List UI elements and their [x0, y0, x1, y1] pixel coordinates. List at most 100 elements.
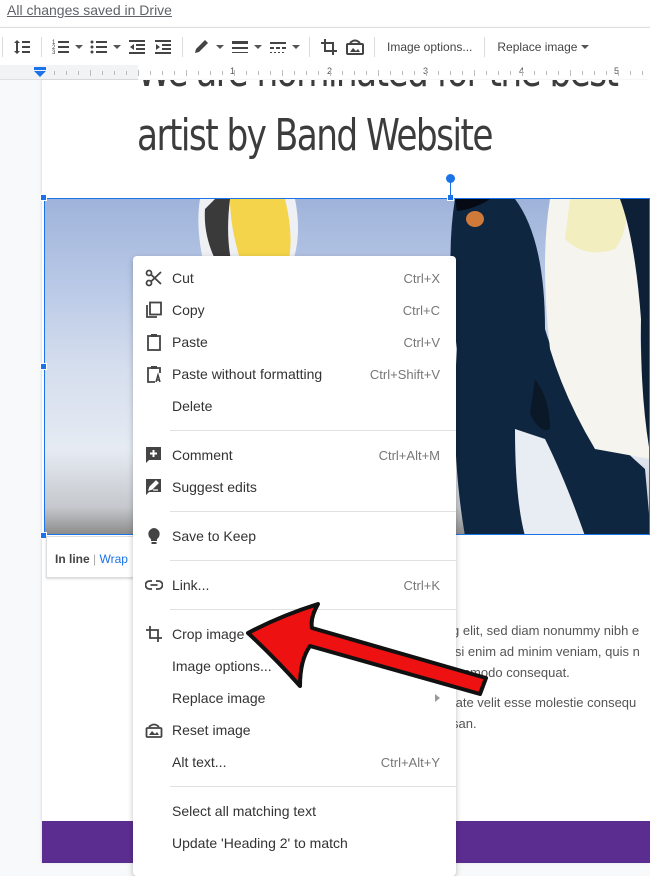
- body-text-line[interactable]: tate velit esse molestie consequ: [452, 695, 636, 710]
- body-text-line[interactable]: isi enim ad minim veniam, quis n: [452, 644, 640, 659]
- menu-item-label: Cut: [172, 270, 194, 286]
- ruler-tick: [594, 71, 595, 75]
- ruler-tick: [282, 70, 283, 76]
- ruler-tick: [438, 71, 439, 75]
- resize-handle-middle-left[interactable]: [40, 363, 47, 370]
- saved-status-link[interactable]: All changes saved in Drive: [7, 2, 172, 18]
- body-text-line[interactable]: g elit, sed diam nonummy nibh e: [452, 623, 639, 638]
- replace-image-button[interactable]: Replace image: [491, 40, 595, 54]
- ruler[interactable]: 1 2 3 4 5: [0, 65, 650, 80]
- menu-item-shortcut: Ctrl+Shift+V: [369, 366, 440, 382]
- chevron-down-icon: [292, 44, 300, 49]
- crop-icon: [321, 38, 337, 55]
- numbered-list-button[interactable]: 123: [48, 33, 86, 61]
- menu-item-save-to-keep[interactable]: Save to Keep: [133, 520, 456, 552]
- ruler-tick: [378, 70, 379, 76]
- menu-item-delete[interactable]: Delete: [133, 390, 456, 422]
- menu-item-update-heading-2[interactable]: Update 'Heading 2' to match: [133, 827, 456, 859]
- toolbar-divider: [484, 36, 486, 57]
- border-dash-icon: [270, 41, 286, 53]
- menu-item-comment[interactable]: Comment Ctrl+Alt+M: [133, 439, 456, 471]
- ruler-tick: [498, 71, 499, 75]
- increase-indent-button[interactable]: [150, 33, 176, 61]
- rotate-handle[interactable]: [446, 174, 455, 183]
- resize-handle-top-left[interactable]: [40, 194, 47, 201]
- line-spacing-button[interactable]: [9, 33, 35, 61]
- image-options-button[interactable]: Image options...: [381, 40, 478, 54]
- penguin-center-beak: [466, 211, 484, 227]
- chevron-down-icon: [216, 44, 224, 49]
- wrap-text-option[interactable]: Wrap: [99, 552, 127, 566]
- replace-image-label: Replace image: [497, 39, 578, 54]
- heading-line-1[interactable]: We are nominated for the best: [137, 80, 619, 97]
- menu-item-paste-without-formatting[interactable]: Paste without formatting Ctrl+Shift+V: [133, 358, 456, 390]
- svg-text:3: 3: [52, 50, 56, 56]
- menu-item-label: Update 'Heading 2' to match: [172, 835, 348, 851]
- ruler-tick: [402, 71, 403, 75]
- ruler-tick: [54, 71, 55, 75]
- menu-item-reset-image[interactable]: Reset image: [133, 714, 456, 746]
- menu-item-suggest-edits[interactable]: Suggest edits: [133, 471, 456, 503]
- crop-image-button[interactable]: [316, 33, 342, 61]
- menu-item-crop-image[interactable]: Crop image: [133, 618, 456, 650]
- menu-item-label: Comment: [172, 447, 233, 463]
- ruler-tick: [294, 71, 295, 75]
- status-bar: All changes saved in Drive: [0, 0, 650, 26]
- decrease-indent-icon: [129, 39, 145, 54]
- menu-item-alt-text[interactable]: Alt text... Ctrl+Alt+Y: [133, 746, 456, 778]
- ruler-tick: [390, 71, 391, 75]
- body-text-line[interactable]: ommodo consequat.: [452, 665, 570, 680]
- border-color-button[interactable]: [189, 33, 227, 61]
- ruler-tick: [102, 71, 103, 75]
- toolbar-divider: [374, 36, 375, 57]
- menu-item-label: Link...: [172, 577, 210, 593]
- scissors-icon: [145, 269, 163, 287]
- numbered-list-icon: 123: [52, 40, 69, 56]
- menu-item-label: Delete: [172, 398, 213, 414]
- chevron-down-icon: [113, 44, 121, 49]
- menu-item-label: Crop image: [172, 626, 245, 642]
- menu-item-label: Save to Keep: [172, 528, 257, 544]
- add-comment-icon: [145, 446, 163, 464]
- menu-item-copy[interactable]: Copy Ctrl+C: [133, 294, 456, 326]
- menu-item-label: Copy: [172, 302, 205, 318]
- indent-marker-icon[interactable]: [34, 67, 46, 77]
- ruler-tick: [462, 71, 463, 75]
- chevron-down-icon: [254, 44, 262, 49]
- ruler-tick: [570, 70, 571, 76]
- menu-item-shortcut: Ctrl+Alt+Y: [380, 754, 440, 770]
- ruler-tick: [78, 71, 79, 75]
- link-icon: [144, 576, 164, 594]
- menu-item-select-all-matching-text[interactable]: Select all matching text: [133, 795, 456, 827]
- wrap-inline-option[interactable]: In line: [55, 552, 90, 566]
- border-weight-icon: [232, 40, 248, 53]
- ruler-tick: [234, 70, 235, 76]
- bulleted-list-button[interactable]: [86, 33, 124, 61]
- ruler-tick: [414, 71, 415, 75]
- menu-item-label: Replace image: [172, 690, 266, 706]
- menu-item-image-options[interactable]: Image options...: [133, 650, 456, 682]
- menu-item-replace-image[interactable]: Replace image: [133, 682, 456, 714]
- menu-item-shortcut: Ctrl+Alt+M: [378, 447, 440, 463]
- menu-item-paste[interactable]: Paste Ctrl+V: [133, 326, 456, 358]
- menu-item-cut[interactable]: Cut Ctrl+X: [133, 262, 456, 294]
- menu-item-link[interactable]: Link... Ctrl+K: [133, 569, 456, 601]
- ruler-tick: [582, 71, 583, 75]
- reset-image-button[interactable]: [342, 33, 368, 61]
- border-weight-button[interactable]: [227, 33, 265, 61]
- decrease-indent-button[interactable]: [124, 33, 150, 61]
- ruler-tick: [198, 71, 199, 75]
- wrap-separator: |: [93, 552, 97, 566]
- border-dash-button[interactable]: [265, 33, 303, 61]
- menu-item-label: Reset image: [172, 722, 251, 738]
- ruler-tick: [534, 71, 535, 75]
- ruler-tick: [186, 70, 187, 76]
- toolbar-divider: [41, 36, 42, 57]
- menu-item-label: Paste: [172, 334, 208, 350]
- rotate-handle-line: [450, 181, 451, 197]
- heading-line-2[interactable]: artist by Band Website: [137, 110, 493, 161]
- menu-item-label: Alt text...: [172, 754, 227, 770]
- ruler-tick: [246, 71, 247, 75]
- clipboard-text-icon: [145, 365, 163, 383]
- menu-item-label: Select all matching text: [172, 803, 316, 819]
